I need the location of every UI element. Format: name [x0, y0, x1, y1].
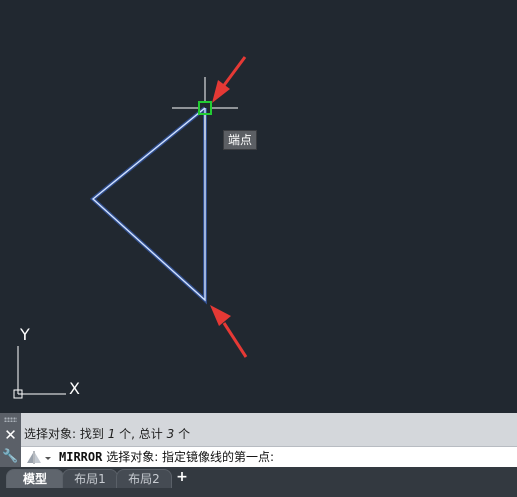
history-middle: 个, 总计 [119, 427, 163, 441]
command-line-window: ✕ 🔧 选择对象: 找到 1 个, 总计 3 个 MIRROR 选择对象: 指定… [0, 413, 517, 468]
command-prompt-text: MIRROR 选择对象: 指定镜像线的第一点: [59, 447, 274, 468]
arrow-annotation-bottom [210, 305, 248, 358]
command-name: MIRROR [59, 450, 103, 464]
wrench-icon[interactable]: 🔧 [0, 447, 21, 467]
arrow-annotation-top [212, 56, 247, 103]
history-total: 3 [166, 427, 175, 441]
triangle-geometry[interactable] [89, 106, 207, 305]
history-prefix: 选择对象: 找到 [24, 427, 104, 441]
ucs-x-label: X [69, 379, 80, 398]
tab-layout2[interactable]: 布局2 [116, 469, 172, 488]
tab-layout1[interactable]: 布局1 [62, 469, 118, 488]
ucs-icon [13, 346, 66, 399]
tab-model[interactable]: 模型 [6, 469, 64, 488]
ucs-y-label: Y [19, 325, 30, 344]
drawing-canvas[interactable]: Y X [0, 0, 517, 413]
add-tab-icon[interactable]: + [172, 469, 192, 485]
osnap-tooltip: 端点 [223, 130, 258, 150]
drag-grip-icon[interactable] [4, 417, 17, 422]
close-icon[interactable]: ✕ [0, 426, 21, 444]
command-prompt-icon[interactable] [25, 450, 55, 465]
command-prompt: 选择对象: 指定镜像线的第一点: [106, 450, 275, 464]
layout-tab-bar: 模型 布局1 布局2 + [0, 467, 517, 497]
history-count: 1 [107, 427, 116, 441]
command-history-line: 选择对象: 找到 1 个, 总计 3 个 [24, 424, 190, 444]
command-input[interactable]: MIRROR 选择对象: 指定镜像线的第一点: [21, 446, 517, 468]
history-suffix: 个 [178, 427, 191, 441]
command-line-handle[interactable]: ✕ 🔧 [0, 413, 21, 467]
